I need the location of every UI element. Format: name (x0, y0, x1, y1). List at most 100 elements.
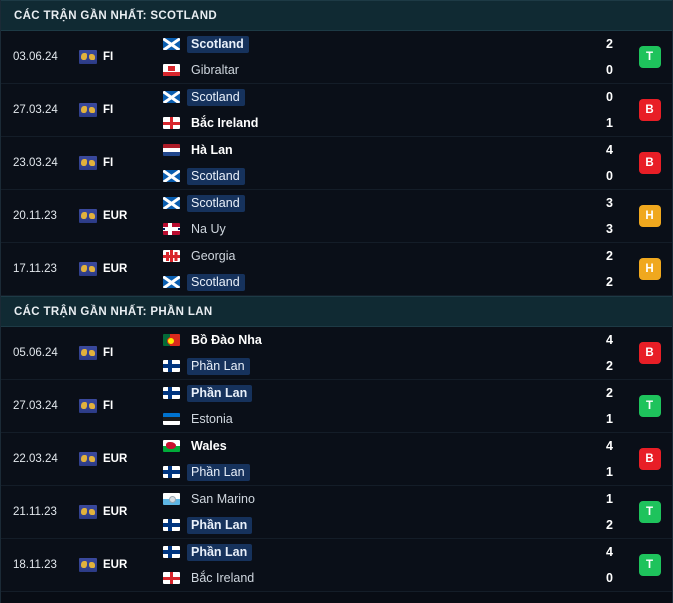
world-globe-icon (79, 346, 97, 360)
away-team[interactable]: Scotland (163, 167, 567, 185)
match-scores: 42 (567, 327, 627, 379)
home-score: 2 (606, 36, 613, 51)
match-row[interactable]: 17.11.23 EUR Georgia Scotland 2 2 H (1, 243, 672, 296)
competition-label: FI (103, 347, 114, 359)
match-competition[interactable]: EUR (79, 243, 155, 295)
match-teams: Wales Phần Lan (155, 433, 567, 485)
home-team[interactable]: Scotland (163, 88, 567, 106)
home-team[interactable]: Scotland (163, 35, 567, 53)
match-competition[interactable]: FI (79, 380, 155, 432)
home-team-name: Hà Lan (191, 142, 233, 157)
home-team-name: Phần Lan (187, 543, 253, 561)
match-competition[interactable]: FI (79, 137, 155, 189)
match-row[interactable]: 18.11.23 EUR Phần Lan Bắc Ireland 4 0 T (1, 539, 672, 592)
home-team[interactable]: Georgia (163, 248, 567, 265)
flag-icon-wales (163, 440, 180, 452)
result-badge: T (638, 46, 661, 68)
match-result: H (627, 243, 672, 295)
home-team-name: Scotland (187, 88, 245, 106)
home-score: 3 (606, 195, 613, 210)
match-competition[interactable]: EUR (79, 486, 155, 538)
away-team-name: Phần Lan (187, 357, 250, 375)
world-globe-icon (79, 262, 97, 276)
match-row[interactable]: 20.11.23 EUR Scotland Na Uy 3 3 H (1, 190, 672, 243)
match-competition[interactable]: FI (79, 84, 155, 136)
home-team[interactable]: Scotland (163, 194, 567, 212)
flag-icon-scotland (163, 91, 180, 103)
competition-label: EUR (103, 263, 128, 275)
home-score: 2 (606, 248, 613, 263)
match-date: 03.06.24 (13, 51, 58, 63)
away-team[interactable]: Na Uy (163, 221, 567, 238)
away-team-name: Phần Lan (187, 516, 253, 534)
flag-icon-scotland (163, 276, 180, 288)
competition-label: EUR (103, 506, 128, 518)
match-result: B (627, 327, 672, 379)
match-row[interactable]: 27.03.24 FI Scotland Bắc Ireland 0 1 B (1, 84, 672, 137)
match-competition[interactable]: FI (79, 327, 155, 379)
flag-icon-sanmarino (163, 493, 180, 505)
result-badge: B (638, 448, 661, 470)
flag-icon-estonia (163, 413, 180, 425)
flag-icon-nireland (163, 117, 180, 129)
home-team[interactable]: Wales (163, 438, 567, 455)
home-score: 4 (606, 544, 613, 559)
match-date: 22.03.24 (13, 453, 58, 465)
home-team[interactable]: Phần Lan (163, 543, 567, 561)
away-team[interactable]: Estonia (163, 411, 567, 428)
competition-label: EUR (103, 453, 128, 465)
away-team-name: Na Uy (191, 221, 226, 236)
away-team-name: Gibraltar (191, 62, 239, 77)
match-result: B (627, 84, 672, 136)
world-globe-icon (79, 558, 97, 572)
match-result: B (627, 433, 672, 485)
away-team[interactable]: Phần Lan (163, 357, 567, 375)
away-team[interactable]: Scotland (163, 273, 567, 291)
competition-label: FI (103, 400, 114, 412)
match-scores: 20 (567, 31, 627, 83)
flag-cross-detail (166, 252, 169, 255)
match-row[interactable]: 23.03.24 FI Hà Lan Scotland 4 0 B (1, 137, 672, 190)
home-team[interactable]: Phần Lan (163, 384, 567, 402)
match-competition[interactable]: EUR (79, 539, 155, 591)
home-team-name: Wales (191, 438, 227, 453)
away-score: 0 (606, 168, 613, 183)
match-competition[interactable]: FI (79, 31, 155, 83)
world-globe-icon (79, 50, 97, 64)
flag-icon-scotland (163, 197, 180, 209)
away-team[interactable]: Gibraltar (163, 62, 567, 79)
away-team[interactable]: Bắc Ireland (163, 115, 567, 132)
world-globe-icon (79, 103, 97, 117)
match-row[interactable]: 27.03.24 FI Phần Lan Estonia 2 1 T (1, 380, 672, 433)
match-competition[interactable]: EUR (79, 433, 155, 485)
match-row[interactable]: 22.03.24 EUR Wales Phần Lan 4 1 B (1, 433, 672, 486)
away-team[interactable]: Bắc Ireland (163, 570, 567, 587)
match-result: T (627, 380, 672, 432)
away-team-name: Scotland (187, 273, 245, 291)
away-team[interactable]: Phần Lan (163, 516, 567, 534)
flag-icon-finland (163, 466, 180, 478)
match-date: 17.11.23 (13, 263, 57, 275)
competition-label: EUR (103, 210, 128, 222)
match-date: 20.11.23 (13, 210, 57, 222)
home-team[interactable]: Bồ Đào Nha (163, 332, 567, 349)
match-row[interactable]: 05.06.24 FI Bồ Đào Nha Phần Lan 4 2 B (1, 327, 672, 380)
match-row[interactable]: 21.11.23 EUR San Marino Phần Lan 1 2 T (1, 486, 672, 539)
home-score: 4 (606, 332, 613, 347)
match-competition[interactable]: EUR (79, 190, 155, 242)
match-scores: 01 (567, 84, 627, 136)
recent-matches-panel: CÁC TRẬN GẦN NHẤT: SCOTLAND 03.06.24 FI Sco… (0, 0, 673, 603)
match-row[interactable]: 03.06.24 FI Scotland Gibraltar 2 0 T (1, 31, 672, 84)
flag-icon-finland (163, 519, 180, 531)
result-badge: T (638, 395, 661, 417)
flag-icon-finland (163, 387, 180, 399)
match-result: H (627, 190, 672, 242)
flag-icon-nireland (163, 572, 180, 584)
home-team[interactable]: San Marino (163, 491, 567, 508)
match-date: 05.06.24 (13, 347, 58, 359)
home-team[interactable]: Hà Lan (163, 142, 567, 159)
home-score: 0 (606, 89, 613, 104)
away-team[interactable]: Phần Lan (163, 463, 567, 481)
match-scores: 40 (567, 539, 627, 591)
match-result: T (627, 486, 672, 538)
